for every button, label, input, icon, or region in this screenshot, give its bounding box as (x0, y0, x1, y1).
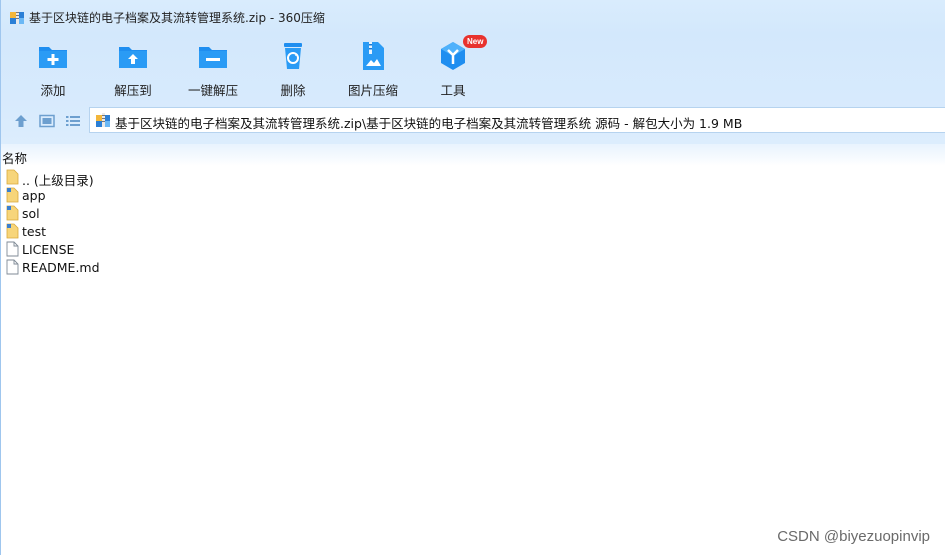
list-item-test[interactable]: test (1, 222, 945, 240)
app-window: 基于区块链的电子档案及其流转管理系统.zip - 360压缩 添加 解压到 一键… (0, 0, 945, 555)
add-folder-icon (39, 47, 67, 68)
arrow-up-icon[interactable] (13, 114, 29, 128)
watermark: CSDN @biyezuopinvip (777, 528, 930, 545)
delete-button[interactable]: 删除 (257, 38, 329, 98)
tools-button[interactable]: New 工具 (417, 35, 489, 98)
one-click-extract-button[interactable]: 一键解压 (177, 38, 249, 98)
column-header: 名称 (1, 144, 945, 166)
new-badge: New (463, 35, 488, 48)
list-item-sol[interactable]: sol (1, 204, 945, 222)
recycle-bin-icon (284, 43, 302, 69)
toolbar: 添加 解压到 一键解压 删除 图片压缩 New 工具 (1, 34, 945, 98)
window-title: 基于区块链的电子档案及其流转管理系统.zip - 360压缩 (29, 11, 325, 25)
document-icon (6, 259, 19, 275)
list-item-parent[interactable]: .. (上级目录) (1, 168, 945, 188)
address-bar[interactable]: 基于区块链的电子档案及其流转管理系统.zip\基于区块链的电子档案及其流转管理系… (89, 107, 945, 133)
folder-icon (6, 169, 19, 185)
file-name: README.md (22, 260, 100, 275)
file-name: LICENSE (22, 242, 75, 257)
tools-label: 工具 (440, 83, 466, 98)
list-view-icon[interactable] (65, 114, 81, 128)
zip-archive-icon (96, 113, 110, 127)
delete-label: 删除 (280, 83, 306, 98)
one-click-extract-label: 一键解压 (187, 83, 238, 98)
thumbnail-view-icon[interactable] (39, 114, 55, 128)
extract-to-button[interactable]: 解压到 (97, 38, 169, 98)
file-name: test (22, 224, 47, 239)
add-label: 添加 (40, 83, 66, 98)
image-compress-button[interactable]: 图片压缩 (337, 38, 409, 98)
extract-to-label: 解压到 (114, 83, 152, 98)
zip-archive-icon (10, 10, 24, 24)
image-compress-icon (363, 42, 384, 70)
navigation-bar: 基于区块链的电子档案及其流转管理系统.zip\基于区块链的电子档案及其流转管理系… (1, 98, 945, 144)
column-name-header[interactable]: 名称 (2, 148, 27, 167)
address-path: 基于区块链的电子档案及其流转管理系统.zip\基于区块链的电子档案及其流转管理系… (115, 116, 743, 131)
document-icon (6, 241, 19, 257)
title-bar: 基于区块链的电子档案及其流转管理系统.zip - 360压缩 (1, 0, 945, 34)
file-list: .. (上级目录) app sol test LICENSE README.md (1, 168, 945, 276)
extract-to-icon (119, 47, 147, 68)
list-item-app[interactable]: app (1, 186, 945, 204)
list-item-readme[interactable]: README.md (1, 258, 945, 276)
folder-icon (6, 223, 19, 239)
list-item-license[interactable]: LICENSE (1, 240, 945, 258)
file-name: sol (22, 206, 40, 221)
image-compress-label: 图片压缩 (347, 83, 398, 98)
folder-icon (6, 205, 19, 221)
folder-icon (6, 187, 19, 203)
add-button[interactable]: 添加 (17, 38, 89, 98)
file-name: app (22, 188, 46, 203)
one-click-extract-icon (199, 47, 227, 68)
